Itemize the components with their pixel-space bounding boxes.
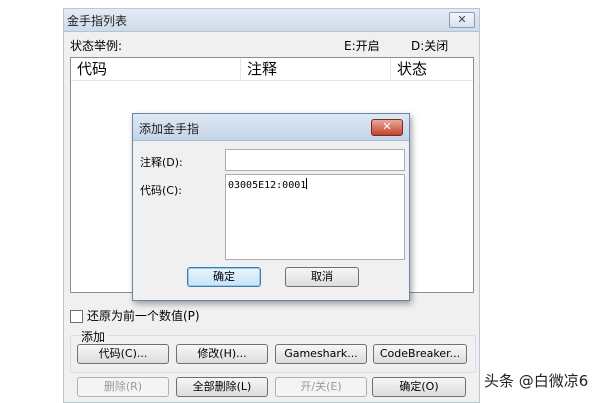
dialog-title: 添加金手指 xyxy=(139,122,200,136)
ok-button[interactable]: 确定(O) xyxy=(372,377,466,397)
restore-value-option[interactable]: 还原为前一个数值(P) xyxy=(70,307,200,324)
status-legend-off: D:关闭 xyxy=(411,39,449,53)
comment-input[interactable] xyxy=(225,149,405,171)
comment-label: 注释(D): xyxy=(140,156,183,169)
code-input[interactable]: 03005E12:0001 xyxy=(225,174,405,260)
column-header-code[interactable]: 代码 xyxy=(71,58,241,80)
restore-value-label: 还原为前一个数值(P) xyxy=(87,309,200,323)
dialog-close-button[interactable]: ✕ xyxy=(371,119,403,136)
code-input-value: 03005E12:0001 xyxy=(228,180,307,191)
toggle-button[interactable]: 开/关(E) xyxy=(275,377,367,397)
window-titlebar: 金手指列表 ✕ xyxy=(64,9,479,32)
delete-button[interactable]: 删除(R) xyxy=(77,377,169,397)
window-title: 金手指列表 xyxy=(67,14,128,28)
code-label: 代码(C): xyxy=(140,184,182,197)
status-legend-label: 状态举例: xyxy=(70,39,123,53)
watermark: 头条 @白微凉6 xyxy=(484,372,589,390)
window-close-button[interactable]: ✕ xyxy=(449,12,475,28)
add-group: 添加 代码(C)... 修改(H)... Gameshark... CodeBr… xyxy=(70,328,476,373)
column-header-status[interactable]: 状态 xyxy=(391,58,471,80)
list-header: 代码 注释 状态 xyxy=(71,58,473,81)
codebreaker-button[interactable]: CodeBreaker... xyxy=(373,344,467,364)
delete-all-button[interactable]: 全部删除(L) xyxy=(176,377,268,397)
add-code-button[interactable]: 代码(C)... xyxy=(77,344,169,364)
text-caret xyxy=(306,178,308,189)
gameshark-button[interactable]: Gameshark... xyxy=(275,344,367,364)
column-header-comment[interactable]: 注释 xyxy=(241,58,391,80)
add-group-title: 添加 xyxy=(79,328,108,345)
add-cheat-dialog: 添加金手指 ✕ 注释(D): 代码(C): 03005E12:0001 确定 取… xyxy=(132,113,410,301)
dialog-titlebar: 添加金手指 ✕ xyxy=(133,114,409,141)
restore-value-checkbox[interactable] xyxy=(70,310,83,323)
dialog-cancel-button[interactable]: 取消 xyxy=(285,267,359,287)
modify-button[interactable]: 修改(H)... xyxy=(176,344,268,364)
dialog-ok-button[interactable]: 确定 xyxy=(187,267,261,287)
status-legend-on: E:开启 xyxy=(344,39,380,53)
